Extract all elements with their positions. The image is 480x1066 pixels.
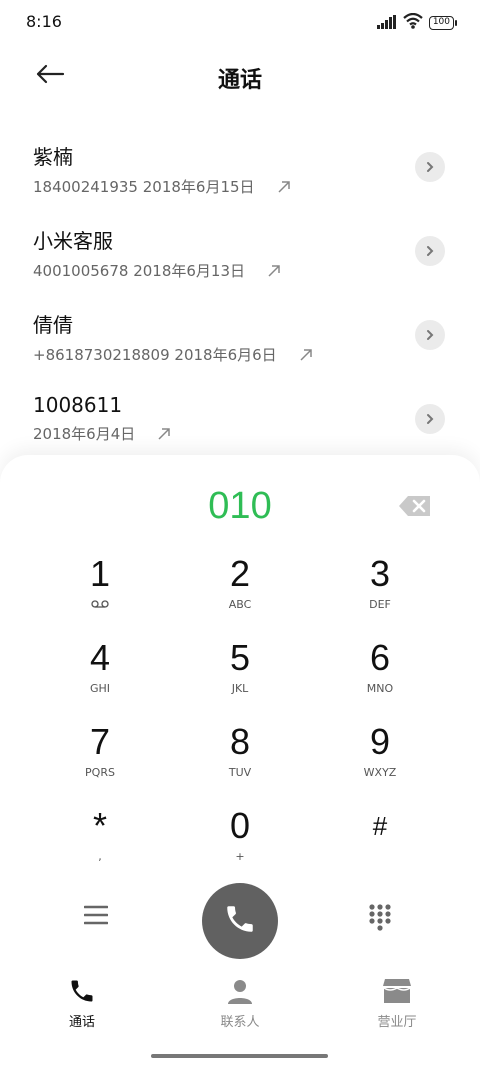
key-letters: PQRS xyxy=(85,765,115,779)
dialpad-icon xyxy=(368,904,392,937)
key-digit: 0 xyxy=(229,805,251,846)
key-3[interactable]: 3 DEF xyxy=(310,550,450,634)
outgoing-call-icon xyxy=(157,427,171,441)
key-digit: 9 xyxy=(369,721,391,762)
keypad: 1 2 ABC 3 DEF 4 GHI 5 JKL 6 MNO 7 PQRS 8 xyxy=(30,550,450,886)
keypad-toggle-button[interactable] xyxy=(368,903,392,937)
key-9[interactable]: 9 WXYZ xyxy=(310,718,450,802)
call-detail-button[interactable] xyxy=(415,236,445,266)
key-digit: 2 xyxy=(229,553,251,594)
key-letters: DEF xyxy=(369,597,391,611)
call-name: 紫楠 xyxy=(33,145,73,169)
key-5[interactable]: 5 JKL xyxy=(170,634,310,718)
call-meta: 2018年6月4日 xyxy=(33,423,480,444)
key-star[interactable]: * , xyxy=(30,802,170,886)
key-8[interactable]: 8 TUV xyxy=(170,718,310,802)
key-hash[interactable]: # xyxy=(310,802,450,886)
call-row[interactable]: 倩倩 +8618730218809 2018年6月6日 xyxy=(0,293,480,377)
call-list: 紫楠 18400241935 2018年6月15日 小米客服 400100567… xyxy=(0,125,480,461)
call-meta: 18400241935 2018年6月15日 xyxy=(33,176,480,197)
tab-label: 联系人 xyxy=(220,1015,260,1030)
call-meta-text: 4001005678 2018年6月13日 xyxy=(33,262,246,280)
call-button[interactable] xyxy=(202,883,278,959)
page-title: 通话 xyxy=(217,68,262,93)
call-meta: +8618730218809 2018年6月6日 xyxy=(33,344,480,365)
key-letters: , xyxy=(98,849,102,863)
voicemail-icon xyxy=(91,597,109,611)
key-digit: 7 xyxy=(89,721,111,762)
tab-calls[interactable]: 通话 xyxy=(32,975,132,1030)
key-letters: MNO xyxy=(366,681,394,695)
call-detail-button[interactable] xyxy=(415,320,445,350)
key-letters: GHI xyxy=(89,681,111,695)
chevron-right-icon xyxy=(425,410,435,429)
wifi-icon xyxy=(403,12,423,33)
tab-store[interactable]: 营业厅 xyxy=(347,975,447,1030)
signal-icon xyxy=(376,14,397,33)
key-4[interactable]: 4 GHI xyxy=(30,634,170,718)
key-digit: # xyxy=(372,811,388,841)
call-row[interactable]: 紫楠 18400241935 2018年6月15日 xyxy=(0,125,480,209)
key-digit: 6 xyxy=(369,637,391,678)
chevron-right-icon xyxy=(425,158,435,177)
call-row[interactable]: 1008611 2018年6月4日 xyxy=(0,377,480,461)
tab-label: 通话 xyxy=(68,1015,95,1030)
backspace-icon xyxy=(398,496,432,521)
key-letters: ABC xyxy=(228,597,252,611)
status-bar: 8:16 100 xyxy=(0,0,480,44)
chevron-right-icon xyxy=(425,326,435,345)
key-digit: 3 xyxy=(369,553,391,594)
person-icon xyxy=(190,975,290,1005)
call-detail-button[interactable] xyxy=(415,404,445,434)
status-icons: 100 xyxy=(376,12,458,33)
call-meta: 4001005678 2018年6月13日 xyxy=(33,260,480,281)
tab-label: 营业厅 xyxy=(377,1015,417,1030)
call-name: 倩倩 xyxy=(33,313,73,337)
key-digit: 5 xyxy=(229,637,251,678)
call-name: 小米客服 xyxy=(33,229,113,253)
menu-button[interactable] xyxy=(83,905,109,929)
dialpad-sheet: 010 1 2 ABC 3 DEF 4 GHI 5 JKL 6 MNO 7 PQ… xyxy=(0,455,480,1066)
key-0[interactable]: 0 + xyxy=(170,802,310,886)
call-detail-button[interactable] xyxy=(415,152,445,182)
store-icon xyxy=(347,975,447,1005)
call-meta-text: 18400241935 2018年6月15日 xyxy=(33,178,255,196)
call-meta-text: +8618730218809 2018年6月6日 xyxy=(33,346,277,364)
home-indicator[interactable] xyxy=(151,1054,328,1058)
outgoing-call-icon xyxy=(267,264,281,278)
call-meta-text: 2018年6月4日 xyxy=(33,425,136,443)
key-letters: TUV xyxy=(228,765,252,779)
key-digit: 1 xyxy=(89,553,111,594)
key-letters: WXYZ xyxy=(363,765,397,779)
chevron-right-icon xyxy=(425,242,435,261)
status-time: 8:16 xyxy=(26,12,62,31)
tab-contacts[interactable]: 联系人 xyxy=(190,975,290,1030)
phone-icon xyxy=(223,902,257,940)
header: 通话 xyxy=(0,52,480,100)
key-6[interactable]: 6 MNO xyxy=(310,634,450,718)
backspace-button[interactable] xyxy=(398,495,432,521)
key-7[interactable]: 7 PQRS xyxy=(30,718,170,802)
key-digit: 8 xyxy=(229,721,251,762)
key-letters: JKL xyxy=(231,681,249,695)
key-1[interactable]: 1 xyxy=(30,550,170,634)
dialer-actions xyxy=(0,883,480,959)
key-letters: + xyxy=(235,849,245,863)
call-row[interactable]: 小米客服 4001005678 2018年6月13日 xyxy=(0,209,480,293)
key-digit: * xyxy=(92,805,107,846)
battery-icon: 100 xyxy=(428,16,458,30)
key-digit: 4 xyxy=(89,637,111,678)
phone-icon xyxy=(32,975,132,1005)
key-2[interactable]: 2 ABC xyxy=(170,550,310,634)
call-name: 1008611 xyxy=(33,393,123,417)
menu-icon xyxy=(83,905,109,929)
outgoing-call-icon xyxy=(299,348,313,362)
outgoing-call-icon xyxy=(277,180,291,194)
tab-bar: 通话 联系人 营业厅 xyxy=(0,975,480,1035)
